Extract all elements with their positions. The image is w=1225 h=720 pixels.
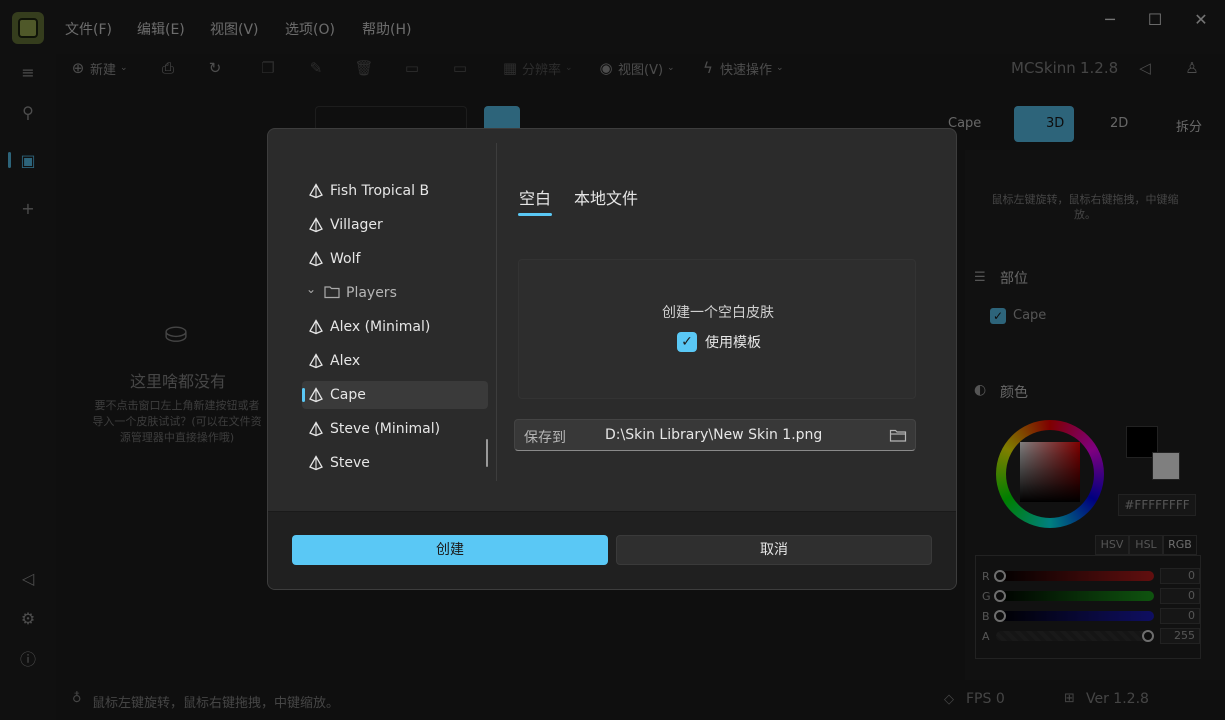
tree-item-label: Fish Tropical B bbox=[330, 183, 430, 199]
tree-item[interactable]: Steve bbox=[302, 449, 488, 477]
tree-divider bbox=[496, 143, 497, 481]
use-template-checkbox[interactable]: ✓ bbox=[677, 332, 697, 352]
tree-item-label: Alex (Minimal) bbox=[330, 319, 431, 335]
tree-item-label: Steve bbox=[330, 455, 370, 471]
blank-skin-card: 创建一个空白皮肤 ✓ 使用模板 bbox=[518, 259, 916, 399]
tree-scrollbar[interactable] bbox=[486, 439, 488, 467]
tab-indicator bbox=[518, 213, 552, 216]
tree-item[interactable]: Fish Tropical B bbox=[302, 177, 488, 205]
tab-local-file[interactable]: 本地文件 bbox=[574, 185, 638, 209]
tree-item[interactable]: Alex (Minimal) bbox=[302, 313, 488, 341]
use-template-label: 使用模板 bbox=[705, 335, 761, 351]
create-button[interactable]: 创建 bbox=[292, 535, 608, 565]
new-skin-dialog: Fish Tropical B Villager Wolf ⌄ Players Alex … bbox=[267, 128, 957, 590]
tree-item[interactable]: Steve (Minimal) bbox=[302, 415, 488, 443]
model-icon bbox=[308, 251, 324, 267]
selection-indicator bbox=[302, 388, 305, 402]
model-icon bbox=[308, 387, 324, 403]
tree-item[interactable]: Wolf bbox=[302, 245, 488, 273]
tree-item-label: Villager bbox=[330, 217, 383, 233]
chevron-down-icon[interactable]: ⌄ bbox=[306, 282, 316, 296]
tree-item[interactable]: Cape bbox=[302, 381, 488, 409]
tree-item-label: Wolf bbox=[330, 251, 361, 267]
model-icon bbox=[308, 217, 324, 233]
save-to-label: 保存到 bbox=[524, 430, 566, 446]
tree-item[interactable]: Alex bbox=[302, 347, 488, 375]
tree-item[interactable]: Villager bbox=[302, 211, 488, 239]
cancel-button[interactable]: 取消 bbox=[616, 535, 932, 565]
tree-item-label: Cape bbox=[330, 387, 366, 403]
blank-skin-title: 创建一个空白皮肤 bbox=[662, 305, 774, 321]
tree-item[interactable]: ⌄ Players bbox=[302, 279, 488, 307]
model-icon bbox=[308, 353, 324, 369]
model-icon bbox=[308, 455, 324, 471]
tree-folder-label: Players bbox=[346, 285, 397, 301]
tab-blank[interactable]: 空白 bbox=[519, 185, 551, 209]
tree-item-label: Steve (Minimal) bbox=[330, 421, 441, 437]
model-icon bbox=[308, 183, 324, 199]
tree-item-label: Alex bbox=[330, 353, 361, 369]
save-path-field[interactable]: 保存到 D:\Skin Library\New Skin 1.png bbox=[514, 419, 916, 451]
model-icon bbox=[308, 421, 324, 437]
folder-browse-icon[interactable] bbox=[889, 427, 907, 443]
use-template-row[interactable]: ✓ 使用模板 bbox=[677, 332, 761, 352]
model-icon bbox=[308, 319, 324, 335]
save-path-value[interactable]: D:\Skin Library\New Skin 1.png bbox=[605, 427, 822, 443]
folder-icon bbox=[324, 285, 340, 299]
